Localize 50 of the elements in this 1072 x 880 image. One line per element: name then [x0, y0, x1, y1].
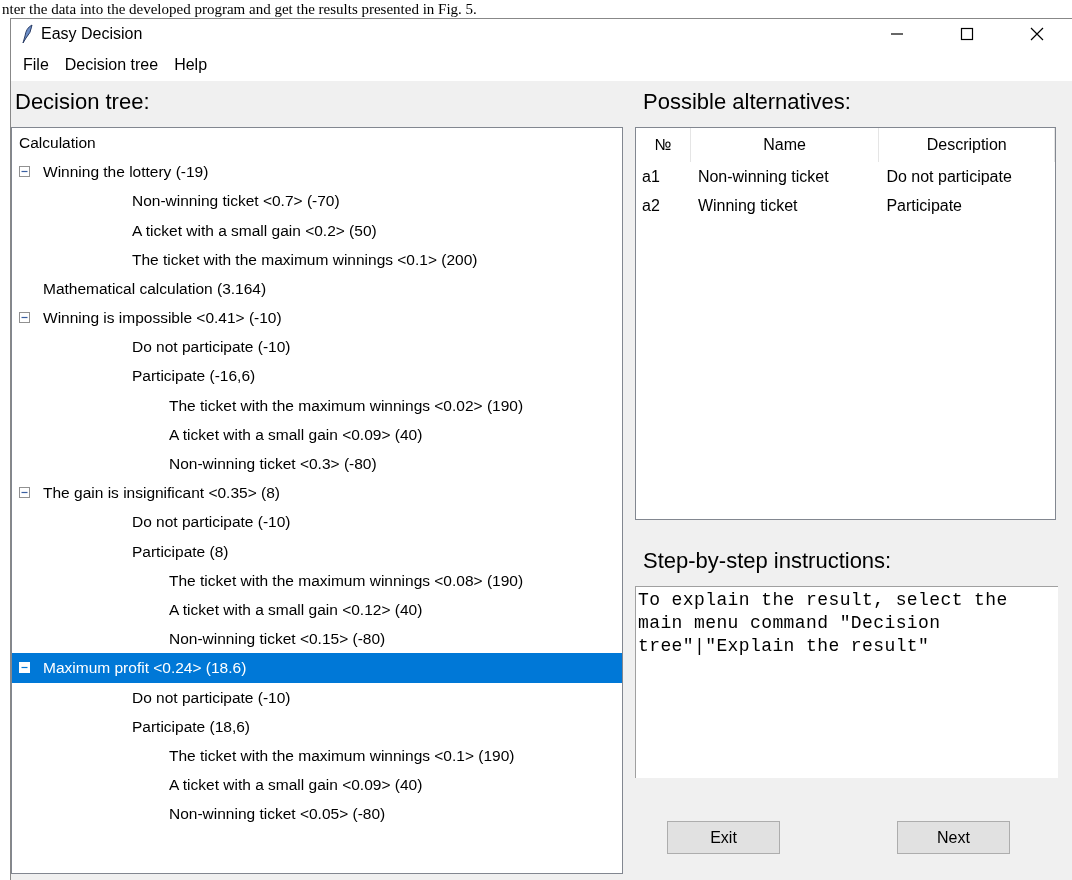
- tree-item[interactable]: The ticket with the maximum winnings <0.02> (190): [12, 390, 622, 420]
- feather-icon: [21, 24, 33, 44]
- dialog-button[interactable]: Exit: [667, 821, 780, 854]
- tree-item[interactable]: Winning the lottery (-19): [12, 157, 622, 187]
- column-header[interactable]: №: [636, 128, 691, 162]
- tree-item[interactable]: The ticket with the maximum winnings <0.1> (190): [12, 740, 622, 771]
- tree-item[interactable]: A ticket with a small gain <0.2> (50): [12, 215, 622, 245]
- tree-item[interactable]: Do not participate (-10): [12, 682, 622, 712]
- tree-item[interactable]: Participate (-16,6): [12, 361, 622, 391]
- maximize-icon[interactable]: [960, 27, 974, 41]
- tree-item[interactable]: Participate (8): [12, 536, 622, 566]
- column-header[interactable]: Name: [690, 128, 880, 162]
- table-cell-text: a2: [641, 195, 661, 216]
- tree-item[interactable]: Do not participate (-10): [12, 507, 622, 537]
- table-cell-text: a1: [641, 166, 661, 187]
- table-cell-text: Do not participate: [885, 166, 1013, 187]
- window-title: Easy Decision: [41, 24, 144, 44]
- document-caption: nter the data into the developed program and get the results presented in Fig. 5.: [1, 0, 478, 18]
- tree-item[interactable]: Do not participate (-10): [12, 332, 622, 362]
- tree-item[interactable]: Non-winning ticket <0.3> (-80): [12, 449, 622, 479]
- tree-item[interactable]: Non-winning ticket <0.15> (-80): [12, 624, 622, 654]
- collapse-icon[interactable]: [19, 166, 30, 178]
- tree-item[interactable]: Non-winning ticket <0.05> (-80): [12, 799, 622, 829]
- tree-item[interactable]: The gain is insignificant <0.35> (8): [12, 478, 622, 508]
- instructions-field[interactable]: To explain the result, select the main menu command "Decision tree"|"Explain the result": [635, 586, 1058, 778]
- tree-item[interactable]: The ticket with the maximum winnings <0.1> (200): [12, 244, 622, 274]
- menu-item[interactable]: File: [15, 53, 57, 77]
- table-cell-text: Non-winning ticket: [696, 166, 830, 187]
- dialog-button[interactable]: Next: [897, 821, 1010, 854]
- panel-label: Decision tree:: [14, 88, 151, 116]
- panel-label: Possible alternatives:: [642, 88, 852, 116]
- column-header[interactable]: Description: [879, 128, 1055, 162]
- table-cell-text: Winning ticket: [696, 195, 799, 216]
- collapse-icon[interactable]: [19, 312, 30, 324]
- tree-heading: Calculation: [18, 132, 96, 153]
- menu-item[interactable]: Decision tree: [56, 53, 167, 77]
- tree-item[interactable]: The ticket with the maximum winnings <0.08> (190): [12, 565, 622, 595]
- tree-item[interactable]: Maximum profit <0.24> (18.6): [12, 653, 622, 683]
- tree-item[interactable]: A ticket with a small gain <0.12> (40): [12, 595, 622, 625]
- tree-item[interactable]: A ticket with a small gain <0.09> (40): [12, 770, 622, 800]
- close-icon[interactable]: [1030, 27, 1044, 41]
- table-cell-text: Participate: [885, 195, 963, 216]
- menu-item[interactable]: Help: [166, 53, 216, 77]
- tree-item[interactable]: A ticket with a small gain <0.09> (40): [12, 419, 622, 450]
- tree-item[interactable]: Participate (18,6): [12, 711, 622, 741]
- tree-item[interactable]: Mathematical calculation (3.164): [12, 273, 622, 304]
- tree-item[interactable]: Winning is impossible <0.41> (-10): [12, 303, 622, 333]
- collapse-icon[interactable]: [19, 487, 30, 499]
- panel-label: Step-by-step instructions:: [642, 547, 893, 575]
- tree-item[interactable]: Non-winning ticket <0.7> (-70): [12, 186, 622, 216]
